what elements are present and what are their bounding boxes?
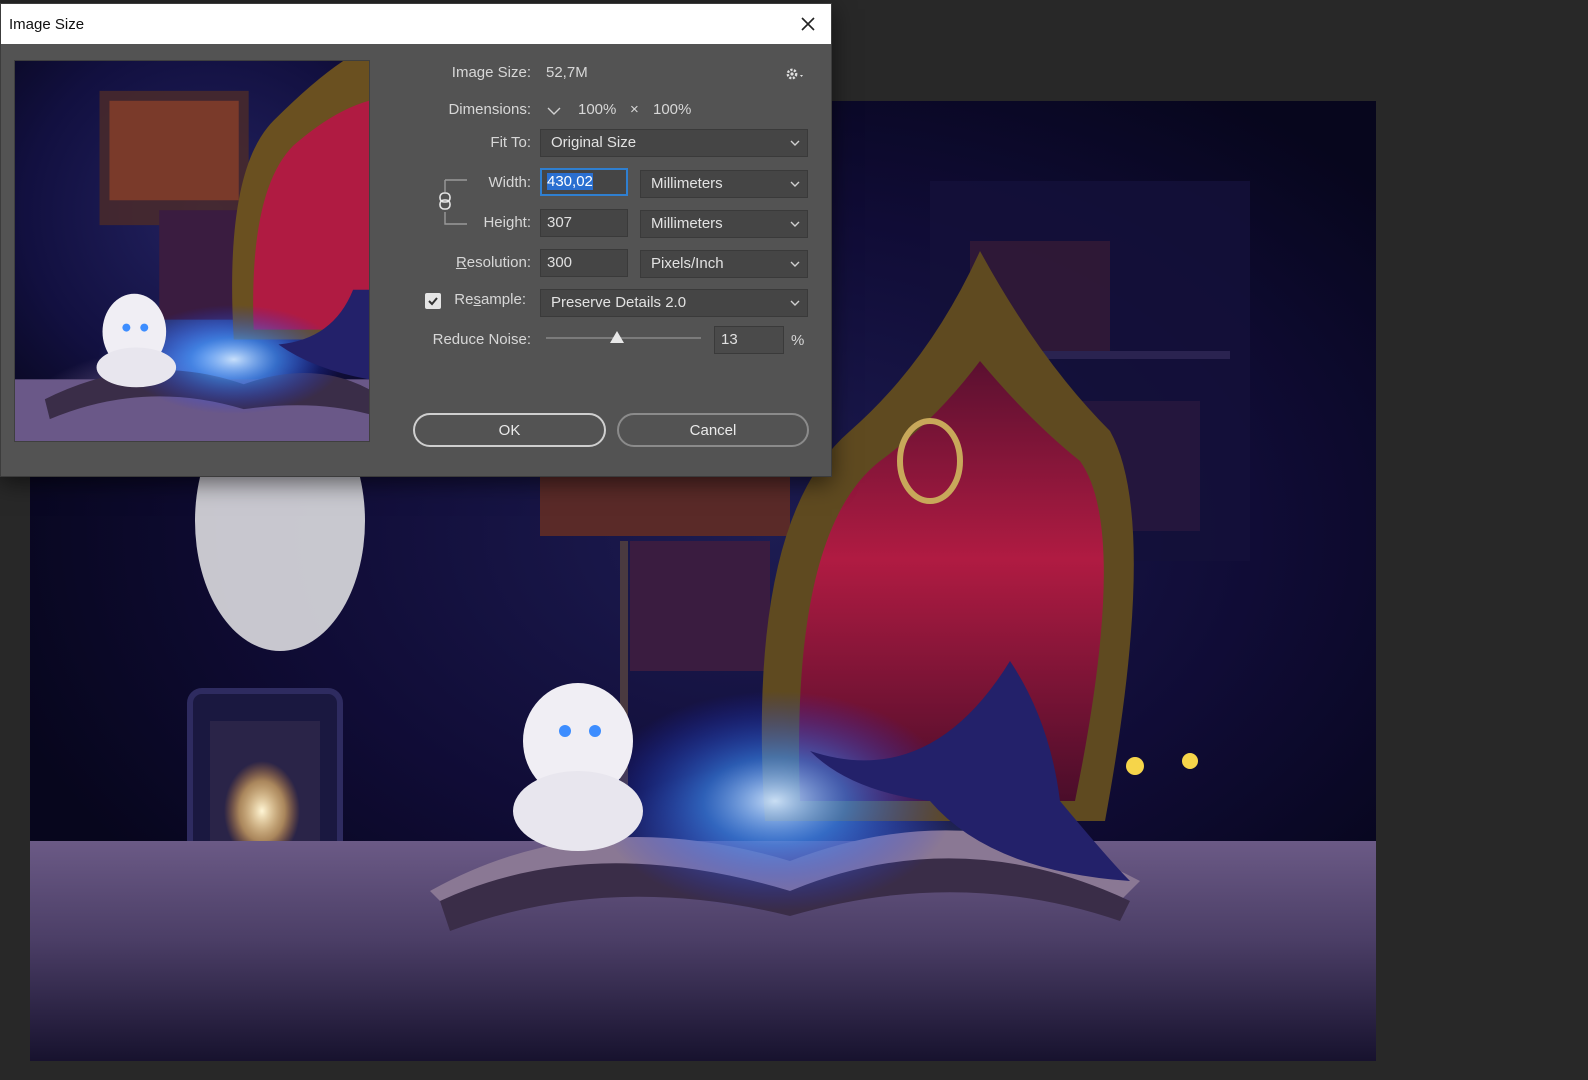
fit-to-label: Fit To: [490,134,531,151]
chevron-down-icon[interactable] [545,103,563,119]
ok-button-label: OK [498,421,521,439]
preview-image [15,61,369,441]
width-unit-value: Millimeters [651,175,723,192]
width-unit-select[interactable]: Millimeters [640,170,808,198]
resample-select[interactable]: Preserve Details 2.0 [540,289,808,317]
reduce-noise-input-value: 13 [721,331,738,348]
height-input-value: 307 [547,214,573,231]
dialog-title: Image Size [9,15,85,33]
dimensions-label: Dimensions: [448,101,531,118]
chevron-down-icon [790,181,800,187]
resolution-unit-select[interactable]: Pixels/Inch [640,250,808,278]
reduce-noise-label: Reduce Noise: [432,331,531,348]
image-size-dialog: Image Size Image Size: 52,7M Dimensions:… [0,3,832,477]
resolution-label: Resolution: [455,254,531,271]
checkmark-icon [428,297,438,306]
chevron-down-icon [790,140,800,146]
chevron-down-icon [790,221,800,227]
reduce-noise-input[interactable]: 13 [714,326,784,354]
width-input[interactable]: 430,02 [540,168,628,196]
dialog-titlebar: Image Size [1,4,831,44]
resolution-input[interactable]: 300 [540,249,628,277]
height-unit-select[interactable]: Millimeters [640,210,808,238]
height-unit-value: Millimeters [651,215,723,232]
resample-value: Preserve Details 2.0 [551,294,687,311]
close-icon[interactable] [793,9,823,39]
resolution-unit-value: Pixels/Inch [651,255,724,272]
reduce-noise-slider-thumb[interactable] [609,331,624,343]
image-size-label: Image Size: [451,64,531,81]
height-label: Height: [483,214,531,231]
width-label: Width: [488,174,531,191]
fit-to-select[interactable]: Original Size [540,129,808,157]
ok-button[interactable]: OK [413,413,606,447]
width-input-value: 430,02 [547,173,593,190]
dimensions-separator: × [630,101,639,118]
resolution-input-value: 300 [547,254,573,271]
fit-to-value: Original Size [551,134,637,151]
percent-sign: % [791,332,805,349]
dimensions-height-value: 100% [653,101,692,118]
height-input[interactable]: 307 [540,209,628,237]
gear-icon[interactable] [785,66,809,82]
image-preview[interactable] [14,60,370,442]
cancel-button[interactable]: Cancel [617,413,809,447]
resample-checkbox[interactable] [425,293,441,309]
cancel-button-label: Cancel [689,421,737,439]
dimensions-width-value: 100% [578,101,617,118]
resample-label[interactable]: Resample: [441,291,526,308]
chevron-down-icon [790,300,800,306]
image-size-value: 52,7M [546,64,588,81]
chevron-down-icon [790,261,800,267]
